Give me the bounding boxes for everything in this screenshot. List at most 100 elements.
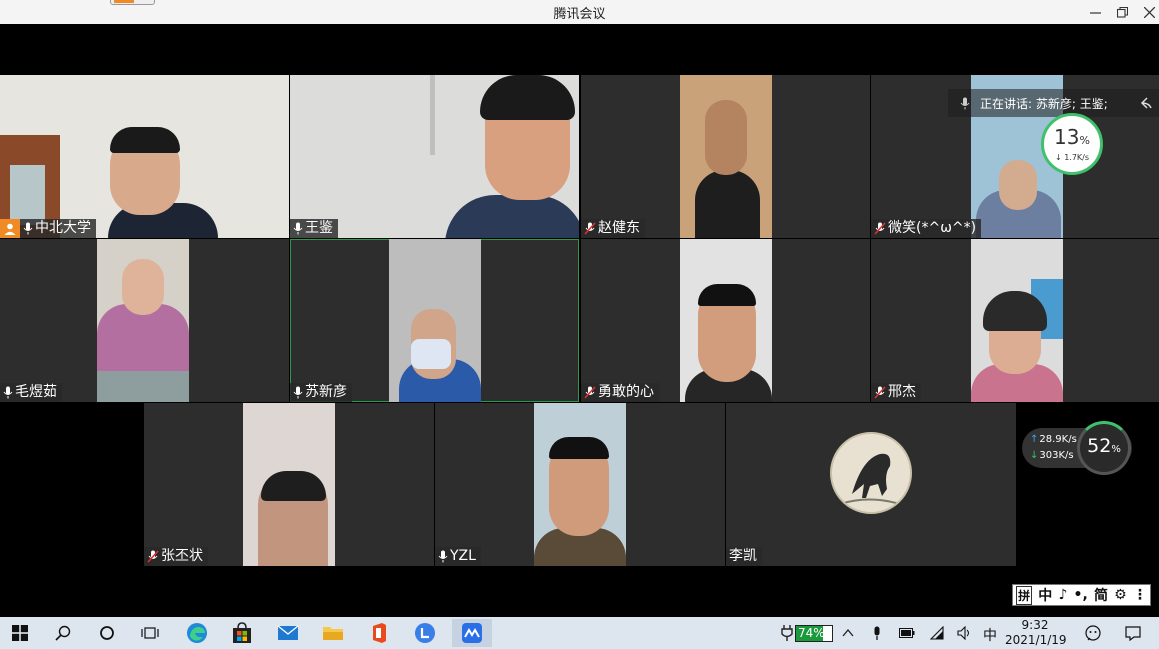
video-tile[interactable]: 中北大学 [0,75,289,238]
video-feed [97,239,189,402]
battery-indicator[interactable]: 74% [795,625,833,642]
task-view-icon [141,627,159,639]
ime-more-icon[interactable]: ⋮ [1133,587,1147,603]
ime-punctuation-icon[interactable]: •, [1074,587,1088,603]
speaking-text: 正在讲话: 苏新彦; 王鉴; [980,96,1108,111]
tencent-meeting-button[interactable] [452,619,492,647]
ime-moon-icon[interactable]: ♪ [1058,587,1067,603]
store-icon [233,622,251,643]
folder-icon [323,627,343,640]
person-icon [4,223,16,235]
network-usage-gauge[interactable]: 13% ↓ 1.7K/s [1041,113,1103,175]
participant-name: 毛煜茹 [15,384,57,400]
search-icon [55,625,71,641]
search-button[interactable] [48,621,78,645]
usage-unit: % [1111,444,1121,455]
participant-name-tag: 苏新彦 [290,383,352,402]
participant-name: 赵健东 [598,220,640,236]
host-badge [0,219,20,238]
microphone-icon [23,222,33,235]
ime-toolbar[interactable]: 拼 中 ♪ •, 简 ⚙ ⋮ [1012,584,1151,606]
video-feed [389,239,481,402]
video-tile-speaking[interactable]: 苏新彦 [290,239,579,402]
minimize-icon [1089,11,1101,14]
ime-language-indicator[interactable]: 中 [983,625,997,645]
notification-icon[interactable] [1125,626,1141,641]
video-tile[interactable]: 张丕状 [144,403,434,566]
video-tile[interactable]: 邢杰 [871,239,1159,402]
start-button[interactable] [5,621,35,645]
video-tile[interactable]: 李凯 [726,403,1016,566]
microphone-icon[interactable] [872,626,882,641]
clock-date: 2021/1/19 [1005,633,1067,647]
cpu-usage-gauge[interactable]: 52% [1077,421,1131,475]
mail-icon [277,625,299,640]
wifi-icon[interactable] [930,626,944,640]
video-tile[interactable]: 勇敢的心 [581,239,870,402]
participant-name-tag: 勇敢的心 [581,383,659,402]
file-explorer-button[interactable] [318,621,348,645]
participant-name: 中北大学 [35,220,91,236]
usage-unit: % [1079,133,1090,147]
tencent-meeting-icon [462,623,482,643]
upload-rate: 28.9K/s [1030,432,1076,448]
microphone-muted-icon [584,386,596,399]
store-button[interactable] [227,621,257,645]
close-button[interactable] [1136,0,1159,24]
minimize-button[interactable] [1082,0,1108,24]
ime-pinyin-icon[interactable]: 拼 [1016,585,1033,605]
participant-name-tag: 微笑(*^ω^*) [871,219,982,238]
microphone-muted-icon [584,222,596,235]
video-tile[interactable]: 王鉴 [290,75,579,238]
microphone-muted-icon [147,550,159,563]
edge-icon [187,623,207,643]
title-bar: 腾讯会议 [0,0,1159,24]
mail-button[interactable] [273,621,303,645]
battery-tray-icon[interactable] [899,628,915,638]
participant-name-tag: 王鉴 [290,219,338,238]
office-button[interactable] [364,621,394,645]
participant-name: 勇敢的心 [598,384,654,400]
feishu-button[interactable] [410,621,440,645]
usage-percent: 52 [1087,435,1112,457]
participant-name: 微笑(*^ω^*) [888,220,977,236]
video-feed [445,195,579,238]
download-rate: 303K/s [1030,448,1077,464]
participant-name-tag: 赵健东 [581,219,645,238]
close-icon [1143,6,1155,18]
charging-plug-icon[interactable] [781,625,793,641]
video-tile[interactable]: YZL [435,403,725,566]
microphone-icon [960,97,970,109]
video-tile[interactable]: 赵健东 [581,75,870,238]
chevron-up-icon[interactable] [842,628,854,638]
video-feed [680,75,772,238]
usage-percent: 13 [1054,124,1080,149]
ime-settings-icon[interactable]: ⚙ [1114,587,1127,603]
volume-icon[interactable] [957,626,973,640]
restore-icon [1116,6,1128,18]
collapse-arrow-icon[interactable] [1139,96,1153,110]
participant-name: 张丕状 [161,548,203,564]
ime-simplified-mode[interactable]: 简 [1094,585,1108,605]
participant-name-tag: 张丕状 [144,547,208,566]
ime-chinese-mode[interactable]: 中 [1038,585,1052,605]
restore-button[interactable] [1109,0,1135,24]
feedback-icon[interactable] [1084,625,1102,642]
system-clock[interactable]: 9:32 2021/1/19 [1005,618,1067,648]
participant-name: 邢杰 [888,384,916,400]
participant-name: 李凯 [729,548,757,564]
microphone-icon [438,550,448,563]
video-tile[interactable]: 毛煜茹 [0,239,289,402]
horse-painting-icon [839,453,907,507]
speaking-indicator: 正在讲话: 苏新彦; 王鉴; [948,89,1159,117]
participant-name: YZL [450,548,476,564]
battery-percent: 74% [798,626,825,640]
task-view-button[interactable] [135,621,165,645]
cortana-icon [100,626,114,640]
microphone-icon [3,386,13,399]
cortana-button[interactable] [92,621,122,645]
microphone-icon [293,386,303,399]
microphone-muted-icon [874,386,886,399]
participant-name-tag: 毛煜茹 [0,383,62,402]
edge-button[interactable] [182,621,212,645]
